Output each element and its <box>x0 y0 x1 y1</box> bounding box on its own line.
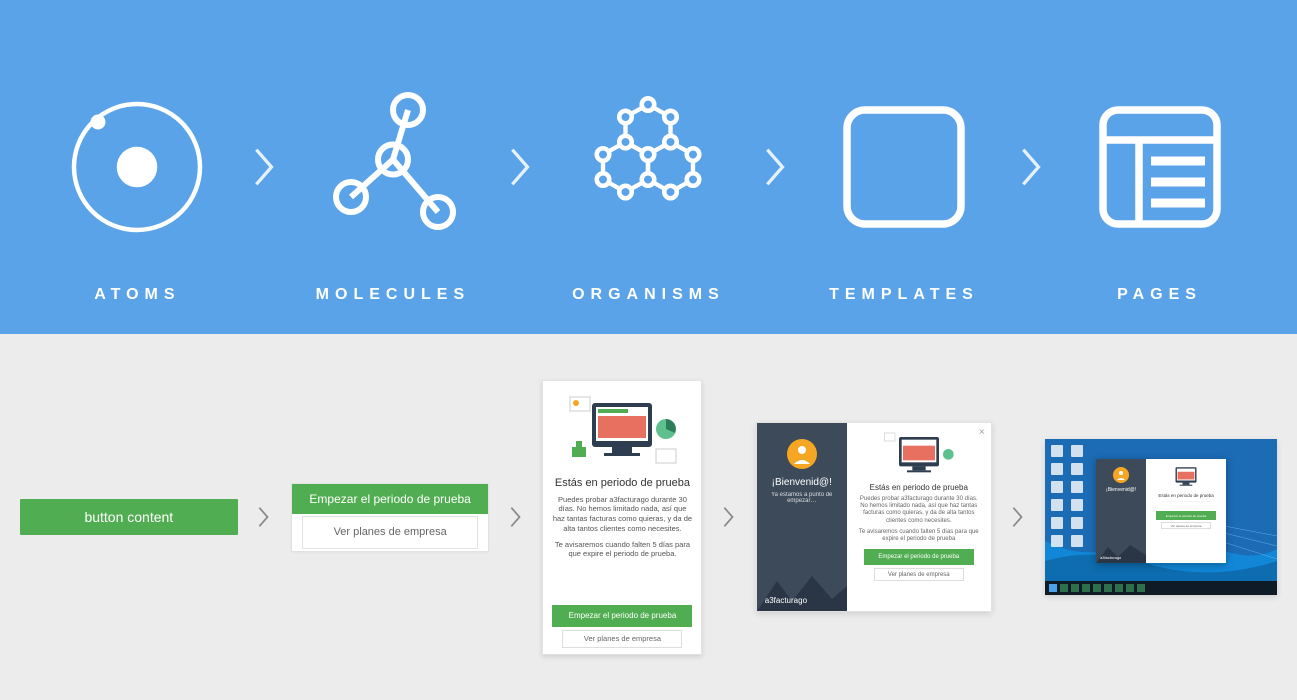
computer-illustration-icon <box>879 429 959 479</box>
template-content-panel: Estás en periodo de prueba Puedes probar… <box>847 423 991 611</box>
header-label-organisms: ORGANISMS <box>572 286 725 304</box>
organism-card: Estás en periodo de prueba Puedes probar… <box>542 380 702 655</box>
page-modal-text: ···· ···· ···· ···· ···· ···· ···· ···· … <box>1159 500 1212 504</box>
header-label-molecules: MOLECULES <box>316 286 470 304</box>
desktop-shortcut-icon[interactable] <box>1071 463 1083 475</box>
examples-row: button content Empezar el periodo de pru… <box>0 334 1297 700</box>
desktop-shortcut-icon[interactable] <box>1071 445 1083 457</box>
taskbar-app-icon[interactable] <box>1082 584 1090 592</box>
template-welcome-panel: ¡Bienvenid@! Ya estamos a punto de empez… <box>757 423 847 611</box>
desktop-shortcut-icon[interactable] <box>1051 445 1063 457</box>
desktop-shortcut-icon[interactable] <box>1051 481 1063 493</box>
page-welcome-title: ¡Bienvenid@! <box>1106 487 1136 493</box>
header-col-organisms: ORGANISMS <box>548 62 748 272</box>
close-icon[interactable]: × <box>979 427 985 438</box>
primary-button[interactable]: Empezar el periodo de prueba <box>864 549 974 565</box>
example-atom: button content <box>20 499 238 535</box>
avatar-icon <box>1113 467 1129 483</box>
welcome-title: ¡Bienvenid@! <box>772 477 832 488</box>
chevron-right-icon <box>257 505 271 529</box>
header-label-pages: PAGES <box>1117 286 1202 304</box>
chevron-right-icon <box>509 505 523 529</box>
example-molecule: Empezar el periodo de prueba Ver planes … <box>291 483 489 552</box>
taskbar-app-icon[interactable] <box>1137 584 1145 592</box>
taskbar-app-icon[interactable] <box>1060 584 1068 592</box>
example-organism: Estás en periodo de prueba Puedes probar… <box>542 380 702 655</box>
welcome-subtitle: Ya estamos a punto de empezar… <box>757 492 847 504</box>
taskbar-app-icon[interactable] <box>1126 584 1134 592</box>
chevron-right-icon <box>1011 505 1025 529</box>
secondary-button[interactable]: Ver planes de empresa <box>562 630 682 648</box>
page-modal-welcome-panel: ¡Bienvenid@! a3facturago <box>1096 459 1146 563</box>
header-col-pages: PAGES <box>1060 62 1260 272</box>
mountains-icon <box>757 571 847 611</box>
taskbar-app-icon[interactable] <box>1104 584 1112 592</box>
page-icon <box>1085 62 1235 272</box>
desktop-shortcut-icon[interactable] <box>1051 499 1063 511</box>
page-modal-content-panel: Estás en periodo de prueba ···· ···· ···… <box>1146 459 1226 563</box>
taskbar-app-icon[interactable] <box>1071 584 1079 592</box>
chevron-right-icon <box>1019 62 1045 272</box>
secondary-button[interactable]: Ver planes de empresa <box>302 516 478 548</box>
chevron-right-icon <box>508 62 534 272</box>
secondary-button[interactable]: Ver planes de empresa <box>1161 522 1211 529</box>
desktop-icons-group <box>1051 445 1085 547</box>
organism-paragraph-2: Te avisaremos cuando falten 5 días para … <box>549 540 695 560</box>
primary-button[interactable]: Empezar el periodo de prueba <box>1156 511 1216 520</box>
example-page: ¡Bienvenid@! a3facturago Estás en period <box>1045 439 1277 595</box>
taskbar-app-icon[interactable] <box>1115 584 1123 592</box>
desktop-shortcut-icon[interactable] <box>1071 499 1083 511</box>
template-icon <box>829 62 979 272</box>
example-template: × ¡Bienvenid@! Ya estamos a punto de emp… <box>756 422 992 612</box>
atom-icon <box>62 62 212 272</box>
template-paragraph-2: Te avisaremos cuando falten 5 días para … <box>851 529 987 543</box>
chevron-right-icon <box>763 62 789 272</box>
computer-illustration-icon <box>1163 463 1209 491</box>
computer-illustration-icon <box>562 391 682 471</box>
desktop-shortcut-icon[interactable] <box>1071 481 1083 493</box>
molecule-card: Empezar el periodo de prueba Ver planes … <box>291 483 489 552</box>
template-paragraph-1: Puedes probar a3facturago durante 30 día… <box>851 496 987 525</box>
organism-icon <box>573 62 723 272</box>
molecule-icon <box>318 62 468 272</box>
desktop-shortcut-icon[interactable] <box>1051 535 1063 547</box>
header-label-templates: TEMPLATES <box>829 286 979 304</box>
page-modal-title: Estás en periodo de prueba <box>1158 493 1213 498</box>
header-label-atoms: ATOMS <box>94 286 180 304</box>
taskbar-app-icon[interactable] <box>1093 584 1101 592</box>
chevron-right-icon <box>722 505 736 529</box>
header-col-atoms: ATOMS <box>37 62 237 272</box>
page-modal: ¡Bienvenid@! a3facturago Estás en period <box>1096 459 1226 563</box>
desktop-screenshot: ¡Bienvenid@! a3facturago Estás en period <box>1045 439 1277 595</box>
chevron-right-icon <box>252 62 278 272</box>
windows-taskbar[interactable] <box>1045 581 1277 595</box>
mountains-icon <box>1096 543 1146 563</box>
avatar-icon <box>787 439 817 469</box>
organism-title: Estás en periodo de prueba <box>555 477 690 489</box>
header-col-templates: TEMPLATES <box>804 62 1004 272</box>
sample-button[interactable]: button content <box>20 499 238 535</box>
atomic-design-header: ATOMS MOLECULES <box>0 0 1297 334</box>
start-button-icon[interactable] <box>1049 584 1057 592</box>
desktop-shortcut-icon[interactable] <box>1051 517 1063 529</box>
desktop-shortcut-icon[interactable] <box>1051 463 1063 475</box>
template-modal: × ¡Bienvenid@! Ya estamos a punto de emp… <box>756 422 992 612</box>
brand-label: a3facturago <box>1100 555 1121 560</box>
page-modal-text: ···· ···· ···· ···· ···· <box>1171 506 1200 510</box>
primary-button[interactable]: Empezar el periodo de prueba <box>292 484 488 515</box>
desktop-shortcut-icon[interactable] <box>1071 517 1083 529</box>
header-col-molecules: MOLECULES <box>293 62 493 272</box>
brand-label: a3facturago <box>765 596 807 605</box>
organism-paragraph-1: Puedes probar a3facturago durante 30 día… <box>549 495 695 534</box>
secondary-button[interactable]: Ver planes de empresa <box>874 568 964 581</box>
desktop-shortcut-icon[interactable] <box>1071 535 1083 547</box>
template-title: Estás en periodo de prueba <box>870 483 968 492</box>
primary-button[interactable]: Empezar el periodo de prueba <box>552 605 692 627</box>
